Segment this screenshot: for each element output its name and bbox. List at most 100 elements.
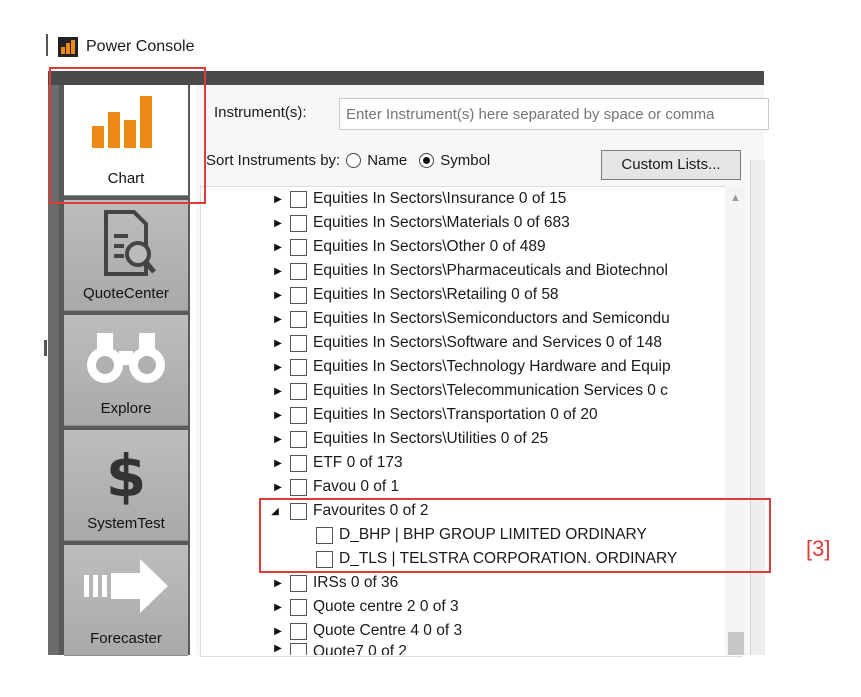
sort-name-radio[interactable] [346, 153, 362, 168]
expand-arrow-icon[interactable]: ▶ [270, 242, 286, 253]
expand-arrow-icon[interactable]: ▶ [270, 643, 286, 654]
expand-arrow-icon[interactable]: ▶ [270, 410, 286, 421]
tree-item-label: Equities In Sectors\Transportation 0 of … [313, 406, 598, 423]
expand-arrow-icon[interactable]: ▶ [270, 578, 286, 589]
nav-quotecenter[interactable]: QuoteCenter [64, 200, 188, 311]
tree-item[interactable]: ▶ Equities In Sectors\Insurance 0 of 15 [270, 187, 566, 211]
nav-label: Forecaster [90, 630, 162, 647]
tree-item[interactable]: ▶ Equities In Sectors\Other 0 of 489 [270, 235, 546, 259]
tree-item-label: Equities In Sectors\Materials 0 of 683 [313, 214, 570, 231]
tree-item[interactable]: ▶ Equities In Sectors\Transportation 0 of… [270, 403, 598, 427]
tree-item[interactable]: ▶ Equities In Sectors\Retailing 0 of 58 [270, 283, 559, 307]
tree-item[interactable]: ▶ Quote Centre 4 0 of 3 [270, 619, 462, 643]
tree-checkbox[interactable] [290, 334, 307, 352]
tree-checkbox[interactable] [290, 190, 307, 208]
expand-arrow-icon[interactable]: ▶ [270, 458, 286, 469]
tree-item-label: Equities In Sectors\Utilities 0 of 25 [313, 430, 549, 447]
tree-checkbox[interactable] [290, 286, 307, 304]
custom-lists-button[interactable]: Custom Lists... [601, 150, 741, 180]
expand-arrow-icon[interactable]: ▶ [270, 482, 286, 493]
window-left-edge [46, 34, 48, 56]
sort-symbol-label: Symbol [440, 152, 491, 169]
chart-highlight-box [49, 67, 206, 204]
tree-checkbox[interactable] [290, 382, 307, 400]
expand-arrow-icon[interactable]: ▶ [270, 218, 286, 229]
expand-arrow-icon[interactable]: ▶ [270, 434, 286, 445]
expand-arrow-icon[interactable]: ▶ [270, 194, 286, 205]
tree-checkbox[interactable] [290, 238, 307, 256]
tree-item-label: Equities In Sectors\Retailing 0 of 58 [313, 286, 559, 303]
tree-item-label: Equities In Sectors\Telecommunication Se… [313, 382, 668, 399]
tree-item-label: ETF 0 of 173 [313, 454, 403, 471]
nav-forecaster[interactable]: Forecaster [64, 545, 188, 656]
tree-item[interactable]: ▶ Equities In Sectors\Pharmaceuticals and… [270, 259, 668, 283]
tree-item[interactable]: ▶ Equities In Sectors\Software and Servic… [270, 331, 662, 355]
tree-item[interactable]: ▶ Quote centre 2 0 of 3 [270, 595, 459, 619]
tree-item[interactable]: ▶ Equities In Sectors\Utilities 0 of 25 [270, 427, 548, 451]
scroll-up-icon[interactable]: ▲ [730, 192, 741, 204]
tree-checkbox[interactable] [290, 478, 307, 496]
tree-item[interactable]: ▶ Equities In Sectors\Semiconductors and … [270, 307, 670, 331]
tree-item-label: Equities In Sectors\Insurance 0 of 15 [313, 190, 567, 207]
annotation-marker: [3] [806, 536, 831, 561]
tree-checkbox[interactable] [290, 622, 307, 640]
tree-item[interactable]: ▶ Equities In Sectors\Technology Hardware… [270, 355, 671, 379]
tree-item[interactable]: ▶ Quote7 0 of 2 [270, 643, 407, 655]
instrument-label: Instrument(s): [214, 104, 307, 121]
title-bar: Power Console [58, 36, 195, 58]
tree-checkbox[interactable] [290, 310, 307, 328]
tree-item-label: Equities In Sectors\Pharmaceuticals and … [313, 262, 668, 279]
expand-arrow-icon[interactable]: ▶ [270, 314, 286, 325]
tree-item[interactable]: ▶ ETF 0 of 173 [270, 451, 403, 475]
sort-name-label: Name [367, 152, 408, 169]
tree-item[interactable]: ▶ Favou 0 of 1 [270, 475, 399, 499]
scroll-thumb[interactable] [728, 632, 744, 655]
binoculars-icon [87, 333, 165, 383]
tree-item-label: Quote centre 2 0 of 3 [313, 598, 459, 615]
sort-label: Sort Instruments by: [206, 152, 341, 169]
app-title: Power Console [86, 38, 195, 55]
tree-checkbox[interactable] [290, 454, 307, 472]
tree-checkbox[interactable] [290, 598, 307, 616]
tree-item-label: IRSs 0 of 36 [313, 574, 399, 591]
expand-arrow-icon[interactable]: ▶ [270, 626, 286, 637]
tree-checkbox[interactable] [290, 358, 307, 376]
sort-row: Sort Instruments by: Name Symbol [206, 152, 490, 169]
tree-item-label: Quote7 0 of 2 [313, 643, 407, 655]
favourites-highlight-box [259, 498, 771, 573]
nav-label: SystemTest [87, 515, 165, 532]
nav-label: QuoteCenter [83, 285, 169, 302]
expand-arrow-icon[interactable]: ▶ [270, 602, 286, 613]
expand-arrow-icon[interactable]: ▶ [270, 362, 286, 373]
tree-checkbox[interactable] [290, 574, 307, 592]
tree-scrollbar[interactable] [725, 186, 745, 655]
document-search-icon [104, 210, 156, 276]
tree-item[interactable]: ▶ IRSs 0 of 36 [270, 571, 398, 595]
instrument-input[interactable] [339, 98, 769, 130]
window-left-edge-mark [44, 340, 47, 356]
dollar-icon: $ [106, 442, 146, 508]
svg-text:$: $ [106, 442, 146, 508]
tree-item[interactable]: ▶ Equities In Sectors\Materials 0 of 683 [270, 211, 570, 235]
tree-checkbox[interactable] [290, 214, 307, 232]
tree-checkbox[interactable] [290, 430, 307, 448]
tree-item-label: Equities In Sectors\Software and Service… [313, 334, 662, 351]
tree-item-label: Favou 0 of 1 [313, 478, 400, 495]
expand-arrow-icon[interactable]: ▶ [270, 338, 286, 349]
tree-item-label: Quote Centre 4 0 of 3 [313, 622, 463, 639]
nav-explore[interactable]: Explore [64, 315, 188, 426]
tree-item-label: Equities In Sectors\Technology Hardware … [313, 358, 671, 375]
tree-checkbox[interactable] [290, 262, 307, 280]
tree-item[interactable]: ▶ Equities In Sectors\Telecommunication S… [270, 379, 668, 403]
tree-item-label: Equities In Sectors\Other 0 of 489 [313, 238, 546, 255]
expand-arrow-icon[interactable]: ▶ [270, 386, 286, 397]
nav-label: Explore [100, 400, 152, 417]
tree-checkbox[interactable] [290, 643, 307, 655]
arrow-right-icon [84, 559, 168, 613]
tree-item-label: Equities In Sectors\Semiconductors and S… [313, 310, 670, 327]
nav-systemtest[interactable]: $ SystemTest [64, 430, 188, 541]
expand-arrow-icon[interactable]: ▶ [270, 266, 286, 277]
sort-symbol-radio[interactable] [419, 153, 435, 168]
tree-checkbox[interactable] [290, 406, 307, 424]
expand-arrow-icon[interactable]: ▶ [270, 290, 286, 301]
